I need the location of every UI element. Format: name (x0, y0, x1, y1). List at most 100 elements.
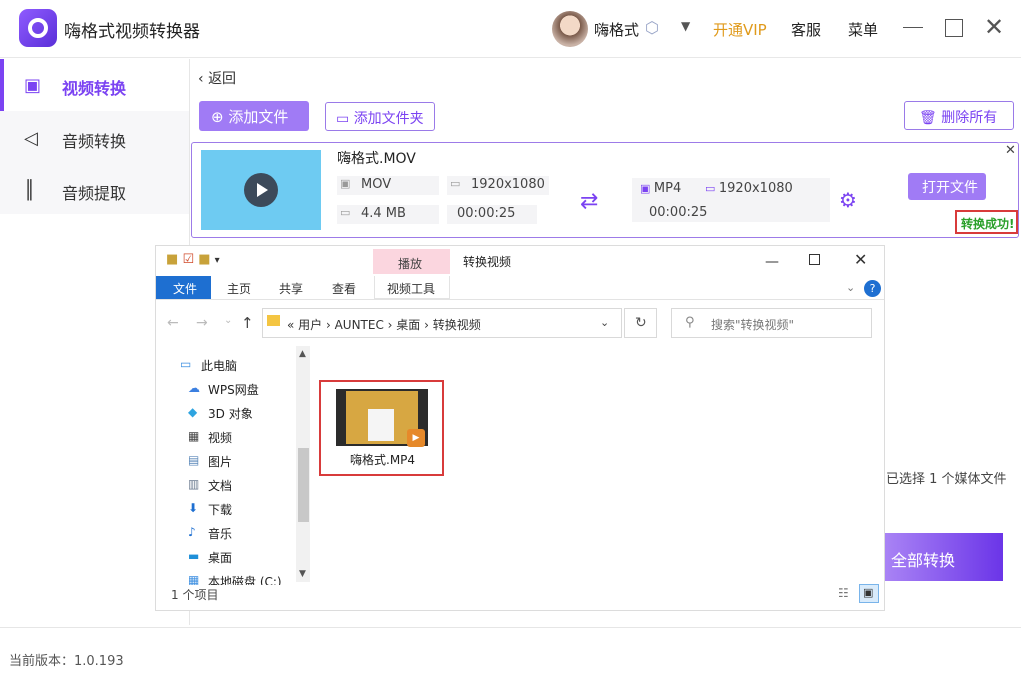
input-duration: 00:00:25 (447, 205, 537, 224)
plus-icon: ⊕ (211, 108, 229, 126)
this-pc-icon: ▭ (180, 357, 192, 371)
refresh-icon: ↻ (635, 315, 647, 331)
delete-all-button[interactable]: 🗑 删除所有 (904, 101, 1014, 130)
add-file-button[interactable]: ⊕ 添加文件 (199, 101, 309, 131)
menu-link[interactable]: 菜单 (848, 19, 878, 40)
search-input[interactable]: 搜索"转换视频" (671, 308, 872, 338)
nav-item[interactable]: ◆ 3D 对象 (156, 403, 296, 425)
output-resolution: ▭ 1920x1080 (705, 181, 793, 196)
folder-icon: ▭ (340, 206, 351, 219)
service-link[interactable]: 客服 (791, 19, 821, 40)
input-format-value: MOV (361, 177, 392, 192)
input-size-value: 4.4 MB (361, 206, 406, 221)
sidebar: ▣ 视频转换 ◁ 音频转换 ║ 音频提取 (0, 59, 189, 214)
back-button[interactable]: ‹ 返回 (198, 68, 236, 88)
nav-item[interactable]: ▭ 此电脑 (156, 355, 296, 377)
tab-view[interactable]: 查看 (332, 280, 356, 297)
nav-item[interactable]: ⬇ 下载 (156, 499, 296, 521)
nav-item-label: WPS网盘 (208, 383, 259, 397)
film-icon: ▣ (340, 177, 351, 190)
folder-icon: ■ (166, 252, 179, 267)
nav-item-label: 视频 (208, 431, 233, 445)
tab-home[interactable]: 主页 (227, 280, 251, 297)
convert-all-button[interactable]: 全部转换 (885, 533, 1003, 581)
add-folder-label: 添加文件夹 (353, 111, 424, 127)
output-format-value: MP4 (653, 181, 682, 196)
sidebar-item-label: 音频提取 (62, 184, 127, 203)
chevron-down-icon[interactable]: ⌄ (224, 315, 232, 326)
close-icon[interactable]: ✕ (854, 250, 867, 269)
film-icon: ▣ (640, 182, 654, 195)
nav-item-label: 本地磁盘 (C:) (208, 575, 282, 585)
folder-icon (267, 315, 280, 326)
status-badge: 转换成功! (955, 210, 1018, 234)
minimize-icon[interactable] (903, 27, 923, 28)
disk-icon: ▦ (188, 573, 200, 586)
scrollbar-thumb[interactable] (298, 448, 309, 522)
play-icon[interactable] (244, 173, 278, 207)
version-text: 当前版本：1.0.193 (9, 654, 124, 669)
cube-icon: ◆ (188, 405, 198, 419)
nav-item[interactable]: ▬ 桌面 (156, 547, 296, 569)
new-folder-icon: ■ (198, 252, 211, 267)
details-view-icon[interactable]: ☷ (838, 586, 849, 600)
settings-gear-icon[interactable]: ⚙ (839, 188, 857, 212)
app-title: 嗨格式视频转换器 (64, 22, 200, 42)
maximize-icon[interactable] (945, 19, 963, 37)
chevron-down-icon[interactable]: ⌄ (846, 281, 855, 294)
selected-count: 已选择 1 个媒体文件 (886, 472, 1007, 487)
chevron-down-icon[interactable]: ▼ (681, 19, 690, 33)
film-icon: ▦ (188, 429, 200, 443)
tab-video-tools[interactable]: 视频工具 (374, 276, 450, 299)
nav-item[interactable]: ☁ WPS网盘 (156, 379, 296, 401)
close-icon[interactable]: ✕ (1005, 143, 1016, 158)
nav-item[interactable]: ▦ 视频 (156, 427, 296, 449)
nav-item-label: 3D 对象 (208, 407, 253, 421)
large-icons-view-icon[interactable]: ▣ (859, 584, 879, 603)
cloud-icon: ☁ (188, 381, 200, 395)
nav-item[interactable]: ♪ 音乐 (156, 523, 296, 545)
maximize-icon[interactable] (809, 254, 820, 265)
resolution-icon: ▭ (450, 177, 461, 190)
chevron-left-icon: ‹ (198, 71, 209, 87)
quick-access-toolbar[interactable]: ■ ☑ ■ ▾ (166, 252, 220, 267)
nav-item[interactable]: ▥ 文档 (156, 475, 296, 497)
nav-item-label: 桌面 (208, 551, 233, 565)
tab-file[interactable]: 文件 (156, 276, 211, 299)
refresh-button[interactable]: ↻ (624, 308, 657, 338)
nav-item[interactable]: ▤ 图片 (156, 451, 296, 473)
delete-all-label: 删除所有 (941, 110, 998, 126)
sidebar-item-audio-convert[interactable]: ◁ 音频转换 (0, 112, 189, 164)
video-frame-content (368, 409, 394, 441)
ribbon-tabs (156, 276, 884, 300)
close-icon[interactable]: ✕ (984, 15, 1004, 39)
minimize-icon[interactable]: — (765, 254, 779, 270)
input-size: ▭ 4.4 MB (337, 205, 439, 224)
help-icon[interactable]: ? (864, 280, 881, 297)
context-tab-play[interactable]: 播放 (373, 249, 450, 274)
document-icon: ▥ (188, 477, 200, 491)
add-folder-button[interactable]: ▭ 添加文件夹 (325, 102, 435, 131)
arrow-right-icon[interactable]: → (196, 315, 208, 331)
nav-item[interactable]: ▦ 本地磁盘 (C:) (156, 571, 296, 586)
user-badge-icon: ⬡ (645, 18, 659, 37)
avatar[interactable] (552, 11, 588, 47)
chevron-down-icon[interactable]: ⌄ (600, 316, 609, 329)
nav-item-label: 此电脑 (201, 359, 238, 373)
username[interactable]: 嗨格式 (594, 19, 639, 40)
arrow-left-icon[interactable]: ← (167, 315, 179, 331)
chevron-up-icon[interactable]: ▲ (299, 349, 306, 359)
audio-convert-icon: ◁ (24, 128, 38, 149)
sidebar-item-video-convert[interactable]: ▣ 视频转换 (0, 59, 189, 111)
nav-item-label: 文档 (208, 479, 233, 493)
chevron-down-icon[interactable]: ▼ (299, 569, 306, 579)
nav-item-label: 音乐 (208, 527, 233, 541)
sidebar-item-audio-extract[interactable]: ║ 音频提取 (0, 164, 189, 216)
vip-link[interactable]: 开通VIP (713, 19, 767, 40)
chevron-down-icon: ▾ (214, 255, 220, 266)
open-file-button[interactable]: 打开文件 (908, 173, 986, 200)
nav-item-label: 下载 (208, 503, 233, 517)
address-bar[interactable]: « 用户 › AUNTEC › 桌面 › 转换视频 (262, 308, 622, 338)
tab-share[interactable]: 共享 (279, 280, 303, 297)
arrow-up-icon[interactable]: ↑ (241, 314, 254, 332)
